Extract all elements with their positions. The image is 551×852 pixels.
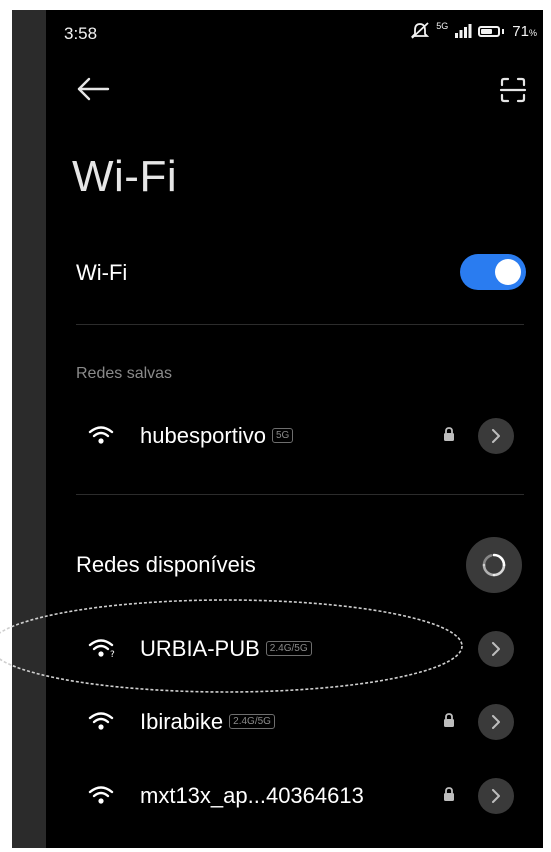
band-badge: 2.4G/5G xyxy=(229,713,275,729)
svg-text:?: ? xyxy=(110,650,115,659)
qr-scan-icon xyxy=(499,77,527,103)
battery-percent: 71% xyxy=(512,23,537,40)
available-network-row[interactable]: mxt13x_ap...40364613 xyxy=(76,768,524,824)
back-button[interactable] xyxy=(76,76,116,106)
network-ssid: hubesportivo 5G xyxy=(140,423,294,449)
battery-percent-value: 71 xyxy=(512,22,529,40)
network-details-button[interactable] xyxy=(478,631,514,667)
screenshot-frame: 3:58 5G 71% Wi-Fi Wi-Fi Redes salvas hub… xyxy=(0,0,551,852)
wifi-signal-icon xyxy=(88,712,114,730)
network-name: mxt13x_ap...40364613 xyxy=(140,783,364,808)
wifi-signal-open-icon: ? xyxy=(88,639,115,659)
phone-bezel xyxy=(12,10,46,848)
battery-percent-unit: % xyxy=(528,27,537,38)
saved-networks-label: Redes salvas xyxy=(76,365,173,382)
network-name: hubesportivo xyxy=(140,423,266,448)
chevron-right-icon xyxy=(492,642,500,656)
wifi-toggle-switch[interactable] xyxy=(460,254,526,290)
available-network-row[interactable]: Ibirabike 2.4G/5G xyxy=(76,694,524,750)
wifi-signal-icon xyxy=(88,426,114,444)
toggle-knob xyxy=(495,259,521,285)
arrow-left-icon xyxy=(77,77,110,101)
network-ssid: Ibirabike 2.4G/5G xyxy=(140,709,275,735)
network-details-button[interactable] xyxy=(478,778,514,814)
lock-icon xyxy=(444,787,454,801)
refresh-button[interactable] xyxy=(466,537,522,593)
divider xyxy=(76,324,524,325)
cellular-signal-icon xyxy=(455,24,472,38)
status-time: 3:58 xyxy=(64,24,98,43)
network-ssid: URBIA-PUB 2.4G/5G xyxy=(140,636,312,662)
page-title: Wi-Fi xyxy=(72,152,178,201)
band-badge: 2.4G/5G xyxy=(265,640,312,656)
status-icons: 5G 71% xyxy=(410,20,537,40)
mute-icon xyxy=(411,22,430,39)
wifi-toggle-label: Wi-Fi xyxy=(76,260,128,285)
battery-tip xyxy=(502,28,505,34)
network-name: Ibirabike xyxy=(140,709,224,734)
wifi-toggle-row[interactable]: Wi-Fi xyxy=(76,246,526,296)
band-badge: 5G xyxy=(271,427,294,443)
phone-screen: 3:58 5G 71% Wi-Fi Wi-Fi Redes salvas hub… xyxy=(46,10,543,848)
saved-network-row[interactable]: hubesportivo 5G xyxy=(76,408,524,464)
network-ssid: mxt13x_ap...40364613 xyxy=(140,783,364,809)
qr-scan-button[interactable] xyxy=(499,76,531,108)
lock-icon xyxy=(444,713,454,727)
network-name: URBIA-PUB xyxy=(140,636,260,661)
divider xyxy=(76,494,524,495)
battery-body xyxy=(478,25,501,37)
chevron-right-icon xyxy=(492,715,500,729)
battery-icon xyxy=(478,25,505,37)
wifi-signal-icon xyxy=(88,786,114,804)
available-network-row[interactable]: ? URBIA-PUB 2.4G/5G xyxy=(76,621,524,677)
lock-icon xyxy=(444,427,454,441)
network-details-button[interactable] xyxy=(478,418,514,454)
network-details-button[interactable] xyxy=(478,704,514,740)
chevron-right-icon xyxy=(492,429,500,443)
battery-fill xyxy=(481,28,493,34)
refresh-icon xyxy=(482,553,506,577)
available-networks-label: Redes disponíveis xyxy=(76,552,256,577)
chevron-right-icon xyxy=(492,789,500,803)
network-type-label: 5G xyxy=(436,20,449,31)
